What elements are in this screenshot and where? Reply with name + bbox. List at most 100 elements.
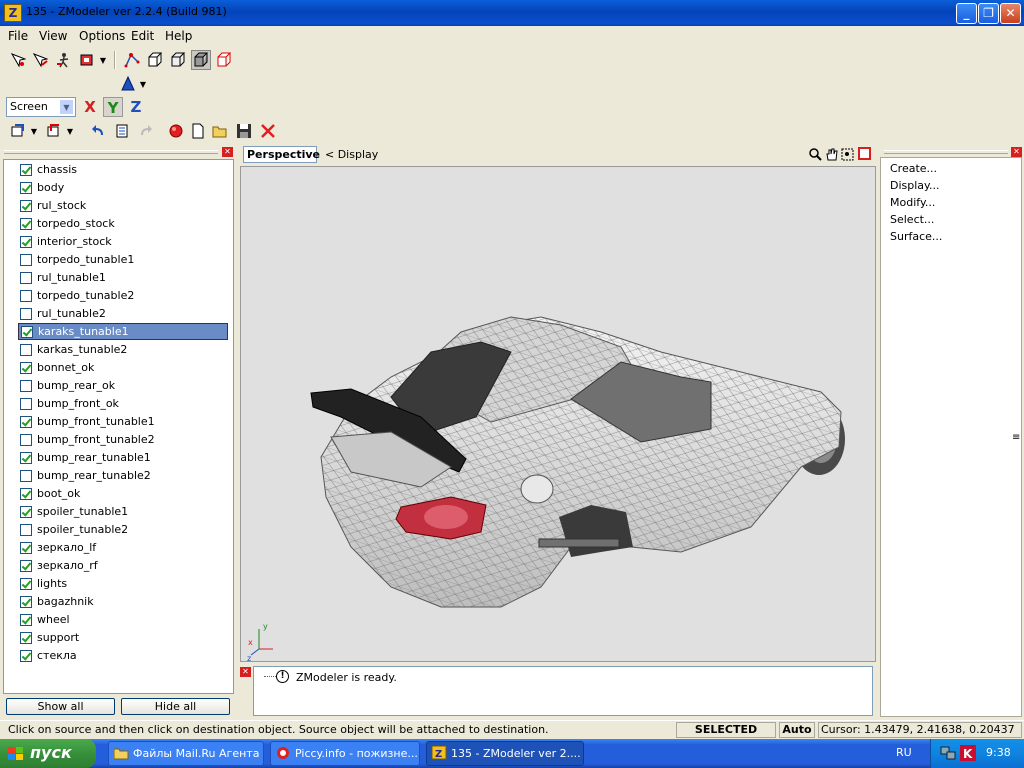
face-mode-icon[interactable] [145,50,165,70]
axis-z-toggle[interactable]: Z [126,97,146,117]
object-list-item[interactable]: зеркало_rf [18,557,228,574]
object-list-item[interactable]: karaks_tunable1 [18,323,228,340]
visibility-checkbox[interactable] [21,325,33,338]
visibility-checkbox[interactable] [20,559,32,572]
visibility-checkbox[interactable] [20,631,32,644]
open-folder-icon[interactable] [210,121,230,141]
object-list-item[interactable]: lights [18,575,228,592]
chevron-down-icon[interactable]: ▼ [29,121,39,141]
paint-icon[interactable] [78,50,98,70]
axis-x-toggle[interactable]: X [80,97,100,117]
visibility-checkbox[interactable] [20,505,32,518]
visibility-checkbox[interactable] [20,379,32,392]
visibility-checkbox[interactable] [20,415,32,428]
object-list-item[interactable]: bonnet_ok [18,359,228,376]
object-list-item[interactable]: spoiler_tunable1 [18,503,228,520]
object-list-item[interactable]: зеркало_lf [18,539,228,556]
maximize-viewport-icon[interactable] [858,147,871,160]
object-list-item[interactable]: bump_rear_ok [18,377,228,394]
object-list-item[interactable]: rul_stock [18,197,228,214]
visibility-checkbox[interactable] [20,271,32,284]
visibility-checkbox[interactable] [20,523,32,536]
minimize-button[interactable]: _ [956,3,977,24]
move-icon[interactable] [54,50,74,70]
object-list-item[interactable]: torpedo_tunable2 [18,287,228,304]
visibility-checkbox[interactable] [20,235,32,248]
list-icon[interactable] [112,121,132,141]
viewport-perspective[interactable]: y x z [240,166,876,662]
chevron-down-icon[interactable]: ▼ [65,121,75,141]
object-list-item[interactable]: boot_ok [18,485,228,502]
select-edge-icon[interactable] [30,50,50,70]
object-list-item[interactable]: karkas_tunable2 [18,341,228,358]
object-list-item[interactable]: interior_stock [18,233,228,250]
close-icon[interactable]: ✕ [240,667,251,677]
cube-mode-icon[interactable] [214,50,234,70]
cmd-display[interactable]: Display... [890,179,939,192]
new-file-icon[interactable] [188,121,208,141]
object-list-item[interactable]: bump_rear_tunable1 [18,449,228,466]
taskbar-item-mailru[interactable]: Файлы Mail.Ru Агента [108,741,264,766]
visibility-checkbox[interactable] [20,361,32,374]
select-vertex-icon[interactable] [8,50,28,70]
visibility-checkbox[interactable] [20,163,32,176]
object-list-item[interactable]: стекла [18,647,228,664]
taskbar-item-piccy[interactable]: Piccy.info - пожизне... [270,741,420,766]
menu-view[interactable]: View [39,29,67,43]
visibility-checkbox[interactable] [20,577,32,590]
object-list-item[interactable]: torpedo_stock [18,215,228,232]
close-icon[interactable]: ✕ [1011,147,1022,157]
object-list-item[interactable]: wheel [18,611,228,628]
visibility-checkbox[interactable] [20,595,32,608]
visibility-checkbox[interactable] [20,541,32,554]
zoom-extents-icon[interactable] [840,148,854,162]
zmodeler-icon[interactable]: Z [4,4,22,22]
visibility-checkbox[interactable] [20,307,32,320]
network-icon[interactable] [940,745,956,761]
chevron-down-icon[interactable]: ▼ [138,74,148,94]
redo-icon[interactable] [136,121,156,141]
object-list-item[interactable]: support [18,629,228,646]
splitter-grip-icon[interactable]: ≡ [1012,432,1020,443]
vertex-mode-icon[interactable] [122,50,142,70]
visibility-checkbox[interactable] [20,289,32,302]
object-list-item[interactable]: chassis [18,161,228,178]
cmd-surface[interactable]: Surface... [890,230,942,243]
close-button[interactable]: ✕ [1000,3,1021,24]
mesh-mode-icon[interactable] [191,50,211,70]
menu-options[interactable]: Options [79,29,125,43]
menu-edit[interactable]: Edit [131,29,154,43]
object-list-item[interactable]: bump_front_ok [18,395,228,412]
right-panel-grip[interactable] [884,150,1008,154]
axis-y-toggle[interactable]: Y [103,97,123,117]
object-list-item[interactable]: body [18,179,228,196]
attach-icon[interactable] [8,121,28,141]
visibility-checkbox[interactable] [20,451,32,464]
display-link[interactable]: < Display [325,148,378,161]
menu-help[interactable]: Help [165,29,192,43]
taskbar-item-zmodeler[interactable]: Z 135 - ZModeler ver 2.... [426,741,584,766]
object-list-item[interactable]: rul_tunable2 [18,305,228,322]
visibility-checkbox[interactable] [20,217,32,230]
object-list-item[interactable]: bump_rear_tunable2 [18,467,228,484]
cmd-select[interactable]: Select... [890,213,934,226]
language-indicator[interactable]: RU [896,746,912,759]
object-list-item[interactable]: rul_tunable1 [18,269,228,286]
save-icon[interactable] [234,121,254,141]
light-cone-icon[interactable] [118,74,138,94]
object-mode-icon[interactable] [168,50,188,70]
detach-icon[interactable] [44,121,64,141]
chevron-down-icon[interactable]: ▼ [59,99,74,115]
cmd-create[interactable]: Create... [890,162,937,175]
restore-button[interactable]: ❐ [978,3,999,24]
antivirus-icon[interactable]: K [960,745,976,761]
undo-icon[interactable] [88,121,108,141]
left-panel-grip[interactable] [4,150,218,154]
close-icon[interactable]: ✕ [222,147,233,157]
delete-icon[interactable] [258,121,278,141]
object-list-item[interactable]: spoiler_tunable2 [18,521,228,538]
viewport-tab-perspective[interactable]: Perspective [243,146,320,163]
object-list-item[interactable]: bump_front_tunable2 [18,431,228,448]
visibility-checkbox[interactable] [20,199,32,212]
object-list-item[interactable]: torpedo_tunable1 [18,251,228,268]
